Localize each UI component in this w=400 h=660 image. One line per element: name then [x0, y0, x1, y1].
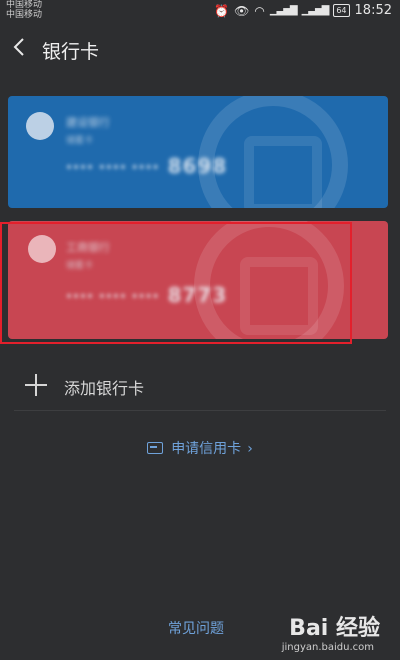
signal-icon-2: ▁▃▅▇ [301, 5, 330, 16]
watermark-url: jingyan.baidu.com [281, 642, 374, 653]
card-number: **** **** **** 8698 [66, 154, 227, 178]
baidu-logo: Bai 经验 [289, 616, 380, 641]
add-bank-card-button[interactable]: 添加银行卡 [0, 364, 400, 410]
faq-link[interactable]: 常见问题 [168, 618, 224, 638]
card-last4: 8698 [167, 154, 228, 178]
carrier-label-2: 中国移动 [6, 10, 43, 20]
add-bank-card-label: 添加银行卡 [64, 379, 145, 398]
battery-indicator: 64 [333, 4, 350, 17]
chevron-left-icon[interactable] [10, 36, 30, 58]
alarm-icon: ⏰ [214, 3, 230, 18]
highlight-annotation [0, 222, 352, 344]
plus-icon [24, 373, 48, 397]
signal-icon: ▁▃▅▇ [269, 5, 298, 16]
page-title: 银行卡 [42, 41, 100, 63]
bank-name: 建设银行 [66, 116, 110, 129]
eye-icon: 👁 [234, 3, 250, 18]
status-icons: ⏰ 👁 ◠ ▁▃▅▇ ▁▃▅▇ 64 18:52 [214, 3, 392, 18]
apply-credit-card-label: 申请信用卡 [171, 441, 242, 457]
divider [14, 410, 386, 411]
credit-card-icon [147, 442, 164, 454]
card-number-masked: **** **** **** [66, 162, 160, 176]
status-time: 18:52 [354, 3, 392, 18]
chevron-right-icon: › [247, 441, 253, 457]
page-header: 银行卡 [0, 30, 400, 70]
carrier-label-1: 中国移动 [6, 0, 43, 10]
status-bar: 中国移动 中国移动 ⏰ 👁 ◠ ▁▃▅▇ ▁▃▅▇ 64 18:52 [0, 0, 400, 22]
card-type: 储蓄卡 [66, 136, 94, 146]
bank-logo-icon [26, 112, 54, 140]
wifi-icon: ◠ [254, 3, 265, 18]
apply-credit-card-link[interactable]: 申请信用卡 › [0, 438, 400, 458]
baidu-jingyan-watermark: Bai 经验 jingyan.baidu.com [270, 604, 380, 656]
bank-card-1[interactable]: 建设银行 储蓄卡 **** **** **** 8698 [8, 96, 388, 208]
bank-watermark-icon [198, 96, 348, 208]
